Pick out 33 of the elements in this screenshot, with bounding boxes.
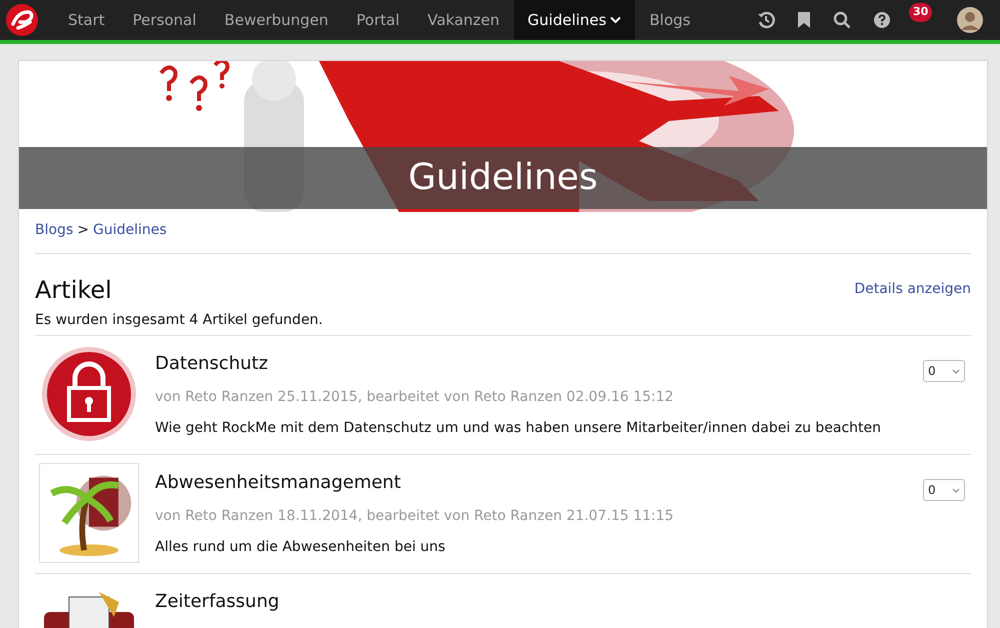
nav-tab[interactable]: Portal xyxy=(342,0,414,40)
article-title[interactable]: Abwesenheitsmanagement xyxy=(155,469,907,496)
bookmark-icon[interactable] xyxy=(797,11,811,29)
breadcrumb-link[interactable]: Blogs xyxy=(35,220,74,253)
history-icon[interactable] xyxy=(757,11,775,29)
avatar-icon[interactable] xyxy=(957,7,983,33)
section-title: Artikel xyxy=(35,275,112,306)
nav-tab[interactable]: Personal xyxy=(118,0,210,40)
notification-badge[interactable]: 30 xyxy=(909,3,932,22)
nav-tab[interactable]: Start xyxy=(54,0,119,40)
article-description: Wie geht RockMe mit dem Datenschutz um und was haben unsere Mitarbeiter/innen dabei zu beachten xyxy=(155,419,882,438)
article-meta: von Reto Ranzen 25.11.2015, bearbeitet von Reto Ranzen 02.09.16 15:12 xyxy=(155,388,675,407)
details-link[interactable]: Details anzeigen xyxy=(854,279,971,300)
chevron-down-icon xyxy=(952,368,960,374)
search-icon[interactable] xyxy=(833,11,851,29)
lock-icon xyxy=(39,344,139,444)
nav-tab[interactable]: Bewerbungen xyxy=(210,0,342,40)
breadcrumb-separator: > xyxy=(77,221,89,240)
rating-select[interactable]: 0 xyxy=(923,479,965,501)
logo-icon[interactable] xyxy=(6,4,38,36)
breadcrumb-link[interactable]: Guidelines xyxy=(92,220,167,253)
article-title[interactable]: Datenschutz xyxy=(155,350,907,377)
article-meta: von Reto Ranzen 18.11.2014, bearbeitet von Reto Ranzen 21.07.15 11:15 xyxy=(155,507,675,526)
help-icon[interactable] xyxy=(873,11,891,29)
result-count: Es wurden insgesamt 4 Artikel gefunden. xyxy=(35,311,324,330)
article-description: Alles rund um die Abwesenheiten bei uns xyxy=(155,538,446,557)
nav-tab[interactable]: Blogs xyxy=(635,0,704,40)
chevron-down-icon xyxy=(952,488,960,492)
nav-tab[interactable]: Guidelines xyxy=(514,0,636,40)
banner-title: Guidelines xyxy=(19,147,987,209)
rating-select[interactable]: 0 xyxy=(923,360,965,382)
article-title[interactable]: Zeiterfassung xyxy=(155,588,965,615)
nav-tab[interactable]: Vakanzen xyxy=(414,0,514,40)
